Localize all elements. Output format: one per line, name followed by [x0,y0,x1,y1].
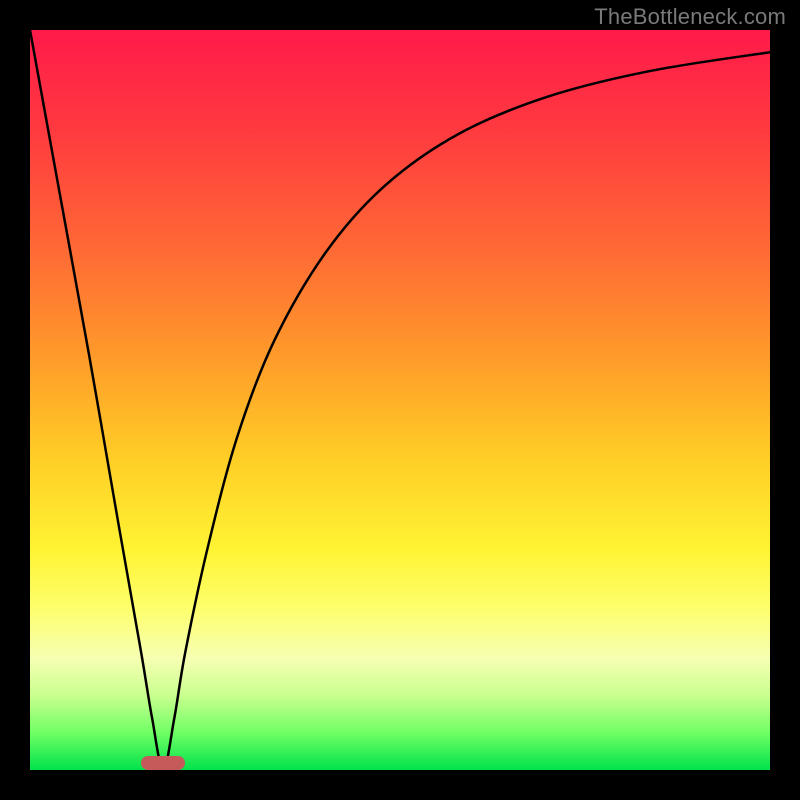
bottleneck-curve [30,30,770,770]
chart-frame: TheBottleneck.com [0,0,800,800]
curve-path [30,30,770,770]
watermark-text: TheBottleneck.com [594,4,786,30]
optimal-marker [141,756,185,770]
plot-area [30,30,770,770]
